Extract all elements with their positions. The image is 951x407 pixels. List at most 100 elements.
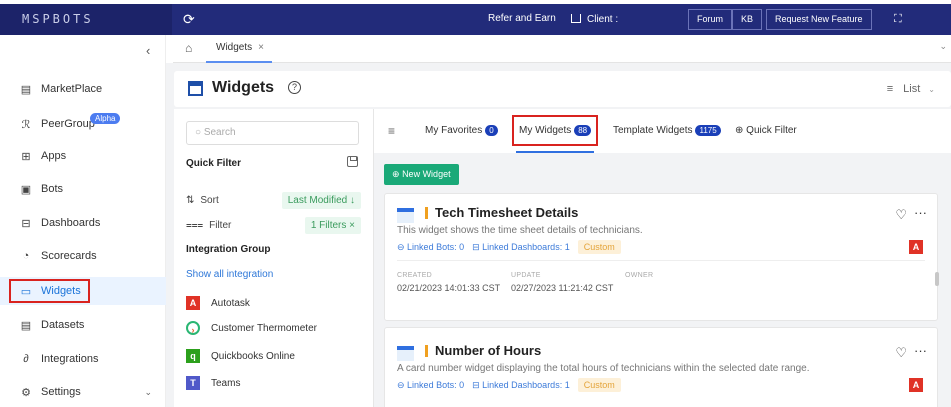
kb-button[interactable]: KB: [732, 9, 763, 30]
linked-bots-label: Linked Bots: 0: [407, 379, 465, 390]
home-icon[interactable]: ⌂: [185, 41, 192, 55]
integration-label: Customer Thermometer: [211, 322, 317, 334]
count-badge: 1175: [695, 125, 721, 136]
heart-icon[interactable]: ♡: [895, 345, 907, 361]
linked-dashboards-label: Linked Dashboards: 1: [482, 241, 570, 252]
save-icon[interactable]: [347, 156, 358, 167]
refresh-icon[interactable]: ⟳: [183, 11, 195, 28]
sidebar-item-marketplace[interactable]: ▤ MarketPlace: [0, 75, 166, 103]
widget-icon: [188, 81, 203, 96]
tab-widgets[interactable]: Widgets ×: [206, 35, 272, 63]
widget-card[interactable]: Tech Timesheet Details This widget shows…: [384, 193, 938, 321]
sort-row: ⇅ Sort Last Modified ↓: [186, 192, 361, 209]
home-outline-icon: [571, 14, 581, 23]
quickbooks-logo-icon: q: [186, 349, 200, 363]
filter-row: ⩶ Filter 1 Filters ×: [186, 217, 361, 234]
teams-logo-icon: T: [186, 376, 200, 390]
menu-icon[interactable]: ≡: [388, 124, 395, 138]
tab-label: Widgets: [216, 42, 253, 53]
close-icon[interactable]: ×: [258, 42, 264, 53]
request-feature-button[interactable]: Request New Feature: [766, 9, 872, 30]
sidebar-item-apps[interactable]: ⊞ Apps: [0, 142, 166, 170]
custom-tag: Custom: [577, 378, 621, 392]
linked-bots-link[interactable]: ⊖ Linked Bots: 0: [397, 242, 464, 253]
updated-value: 02/27/2023 11:21:42 CST: [511, 283, 614, 293]
sidebar-item-settings[interactable]: ⚙ Settings ⌄: [0, 378, 166, 406]
sidebar: ‹ ▤ MarketPlace ℛ PeerGroup Alpha ⊞ Apps ▣ B…: [0, 35, 166, 407]
top-navbar: MSPBOTS ⟳ Refer and Earn Client : Forum …: [0, 4, 951, 35]
client-label: Client :: [587, 14, 619, 25]
view-label: List: [903, 83, 921, 95]
sidebar-item-peergroup[interactable]: ℛ PeerGroup: [0, 110, 166, 138]
tab-label: Template Widgets: [613, 125, 693, 136]
accent-bar: [425, 207, 428, 219]
heart-icon[interactable]: ♡: [895, 207, 907, 223]
sidebar-item-datasets[interactable]: ▤ Datasets: [0, 311, 166, 339]
plus-circle-icon: ⊕: [392, 169, 400, 179]
sort-icon: ⇅: [186, 195, 195, 206]
chevron-left-icon[interactable]: ‹: [146, 43, 150, 58]
highlight-box-widgets: [9, 279, 90, 303]
dataset-icon: ▤: [20, 319, 32, 332]
scrollbar[interactable]: [935, 272, 939, 286]
gear-icon: ⚙: [21, 386, 31, 399]
widget-title[interactable]: Number of Hours: [435, 343, 541, 358]
sort-chip[interactable]: Last Modified ↓: [281, 192, 361, 209]
autotask-logo-icon: A: [909, 240, 923, 254]
search-input[interactable]: ○ Search: [186, 121, 359, 145]
apps-icon: ⊞: [21, 150, 31, 163]
widget-card[interactable]: Number of Hours A card number widget dis…: [384, 327, 938, 407]
integration-item-teams[interactable]: T Teams: [186, 376, 240, 390]
count-badge: 0: [485, 125, 498, 136]
sidebar-item-label: MarketPlace: [41, 83, 103, 95]
chevron-down-icon: ⌄: [928, 85, 935, 94]
logo-area: MSPBOTS: [0, 4, 172, 35]
dashboard-icon: ⊟: [21, 217, 31, 230]
integration-item-autotask[interactable]: A Autotask: [186, 296, 250, 310]
filter-chip[interactable]: 1 Filters ×: [304, 217, 361, 234]
owner-label: OWNER: [625, 272, 654, 279]
tab-template-widgets[interactable]: Template Widgets 1175: [613, 125, 721, 136]
table-widget-icon: [397, 208, 414, 223]
integration-item-customer-thermometer[interactable]: › Customer Thermometer: [186, 321, 317, 335]
linked-bots-link[interactable]: ⊖ Linked Bots: 0: [397, 380, 464, 391]
widget-description: This widget shows the time sheet details…: [397, 225, 643, 236]
active-tab-underline: [516, 151, 594, 153]
sidebar-item-scorecards[interactable]: ◔ Scorecards: [0, 242, 166, 270]
tab-label: My Favorites: [425, 125, 483, 136]
integration-item-quickbooks[interactable]: q Quickbooks Online: [186, 349, 295, 363]
widget-title[interactable]: Tech Timesheet Details: [435, 205, 578, 220]
linked-dashboards-link[interactable]: ⊟ Linked Dashboards: 1: [472, 242, 570, 253]
new-widget-button[interactable]: ⊕ New Widget: [384, 164, 459, 185]
tab-my-favorites[interactable]: My Favorites 0: [425, 125, 498, 136]
client-selector[interactable]: Client :: [571, 13, 618, 25]
sidebar-item-dashboards[interactable]: ⊟ Dashboards: [0, 209, 166, 237]
app-logo[interactable]: MSPBOTS: [22, 12, 94, 26]
refer-and-earn-link[interactable]: Refer and Earn: [488, 13, 556, 24]
help-icon[interactable]: ?: [288, 81, 301, 94]
view-toggle[interactable]: ≡ List ⌄: [887, 83, 935, 95]
sidebar-item-label: Bots: [41, 183, 64, 195]
forum-button[interactable]: Forum: [688, 9, 733, 30]
autotask-logo-icon: A: [909, 378, 923, 392]
scorecard-icon: ◔: [22, 250, 30, 262]
quick-filter-button[interactable]: ⊕ Quick Filter: [735, 125, 797, 136]
fullscreen-icon[interactable]: ⛶: [894, 13, 902, 26]
created-label: CREATED: [397, 272, 433, 279]
quick-filter-title: Quick Filter: [186, 158, 242, 169]
chevron-down-icon[interactable]: ⌄: [939, 41, 947, 52]
show-all-integrations-link[interactable]: Show all integration: [186, 269, 273, 280]
sidebar-item-bots[interactable]: ▣ Bots: [0, 175, 166, 203]
list-icon: ≡: [886, 83, 894, 95]
integration-group-title: Integration Group: [186, 244, 271, 255]
highlight-box-my-widgets: [512, 115, 598, 146]
linked-dashboards-link[interactable]: ⊟ Linked Dashboards: 1: [472, 380, 570, 391]
integration-label: Teams: [211, 377, 241, 389]
more-icon[interactable]: ···: [914, 343, 927, 358]
new-widget-label: New Widget: [402, 169, 451, 179]
sidebar-item-label: Integrations: [41, 353, 99, 365]
plus-circle-icon: ⊕: [735, 125, 744, 136]
more-icon[interactable]: ···: [914, 205, 927, 220]
sidebar-item-label: Settings: [41, 386, 81, 398]
sidebar-item-integrations[interactable]: ∂ Integrations: [0, 345, 166, 373]
